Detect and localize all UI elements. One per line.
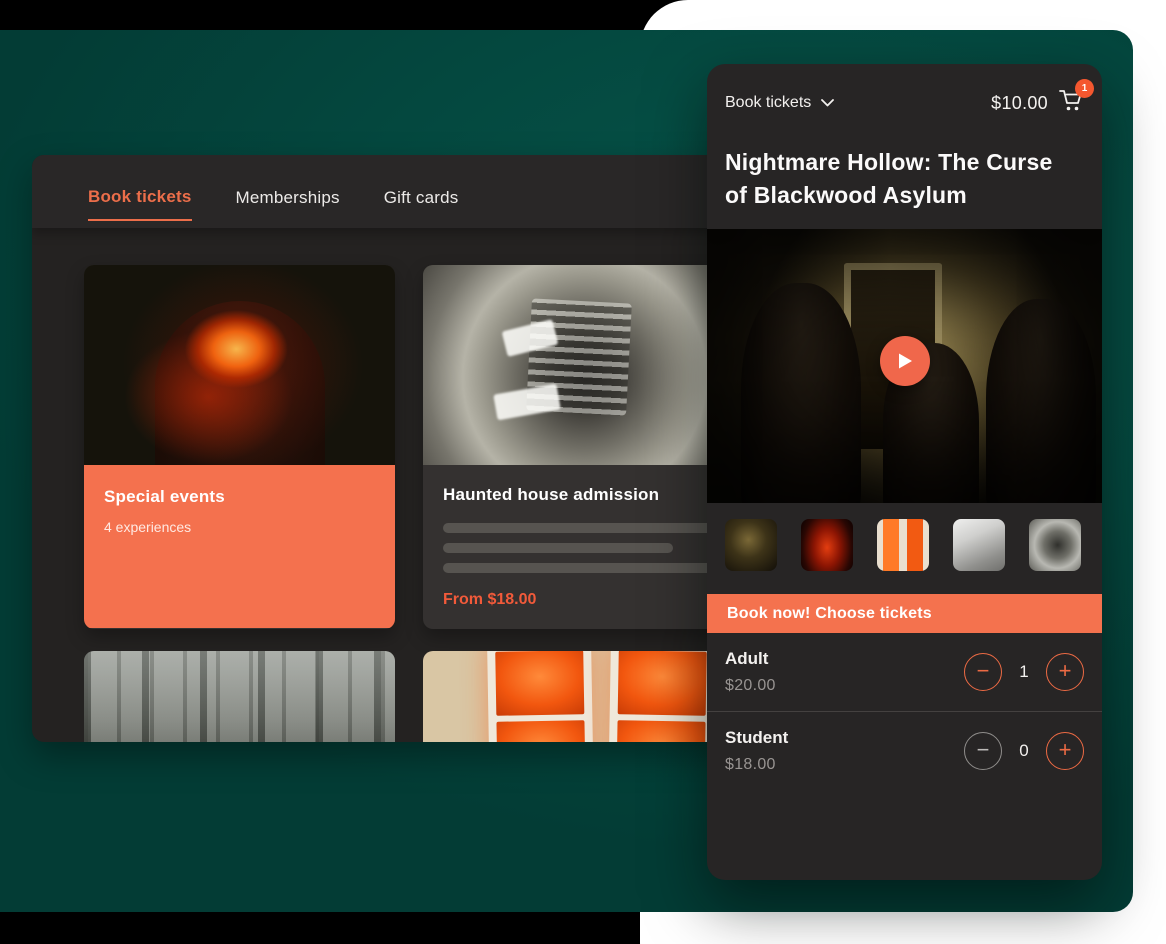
page-canvas: Book tickets Memberships Gift cards Spec… <box>0 0 1166 944</box>
play-button[interactable] <box>880 336 930 386</box>
glowing-pane <box>496 720 585 742</box>
mobile-booking-panel: Book tickets $10.00 1 Nightmare Hollow: … <box>707 64 1102 880</box>
book-tickets-dropdown[interactable]: Book tickets <box>725 94 834 112</box>
play-icon <box>897 352 913 370</box>
staircase-image <box>423 265 734 465</box>
glowing-pane <box>616 720 705 742</box>
thumbnail-glowing-doors[interactable] <box>877 519 929 571</box>
special-events-card-body: Special events 4 experiences <box>84 465 395 628</box>
haunted-house-card-body: Haunted house admission From $18.00 <box>423 465 734 629</box>
cart-button[interactable]: 1 <box>1058 88 1084 118</box>
book-now-banner: Book now! Choose tickets <box>707 594 1102 633</box>
product-card-title: Haunted house admission <box>443 485 714 505</box>
ticket-type-label: Student <box>725 728 788 748</box>
desktop-booking-panel: Book tickets Memberships Gift cards Spec… <box>32 155 746 742</box>
ticket-info: Student $18.00 <box>725 728 788 774</box>
glowing-pane <box>618 651 707 716</box>
ticket-row-adult: Adult $20.00 − 1 + <box>707 633 1102 711</box>
skeleton-line <box>443 563 714 573</box>
haunted-house-card[interactable]: Haunted house admission From $18.00 <box>423 265 734 629</box>
tab-book-tickets[interactable]: Book tickets <box>88 163 192 221</box>
adult-quantity-stepper: − 1 + <box>964 653 1084 691</box>
fog-overlay <box>84 651 395 742</box>
thumbnail-zombies[interactable] <box>725 519 777 571</box>
tab-memberships[interactable]: Memberships <box>236 164 340 220</box>
minus-button[interactable]: − <box>964 732 1002 770</box>
ticket-type-label: Adult <box>725 649 776 669</box>
ticket-price: $18.00 <box>725 756 788 774</box>
special-events-card[interactable]: Special events 4 experiences <box>84 265 395 629</box>
minus-button[interactable]: − <box>964 653 1002 691</box>
ticket-info: Adult $20.00 <box>725 649 776 695</box>
glowing-pane <box>495 651 584 716</box>
student-quantity-stepper: − 0 + <box>964 732 1084 770</box>
cart-total: $10.00 <box>991 93 1048 114</box>
tab-gift-cards[interactable]: Gift cards <box>384 164 459 220</box>
cart-summary: $10.00 1 <box>991 88 1084 118</box>
thumbnail-overhead-room[interactable] <box>953 519 1005 571</box>
card-grid: Special events 4 experiences Haunted hou… <box>32 228 746 742</box>
mobile-header: Book tickets $10.00 1 <box>707 64 1102 118</box>
thumbnail-red-doorway[interactable] <box>801 519 853 571</box>
cart-count-badge: 1 <box>1075 79 1094 98</box>
nav-label: Book tickets <box>725 94 811 112</box>
pumpkin-figure-image <box>84 265 395 465</box>
thumbnail-staircase[interactable] <box>1029 519 1081 571</box>
glowing-windows-tile[interactable] <box>423 651 734 742</box>
category-card-subtitle: 4 experiences <box>104 519 375 535</box>
category-card-title: Special events <box>104 487 375 507</box>
window-frame <box>487 651 595 742</box>
product-card-price: From $18.00 <box>443 591 714 609</box>
quantity-value: 1 <box>1018 662 1030 682</box>
plus-button[interactable]: + <box>1046 653 1084 691</box>
forest-tile[interactable] <box>84 651 395 742</box>
gallery-thumbnails <box>707 503 1102 571</box>
pumpkin-glow <box>84 265 395 465</box>
plus-button[interactable]: + <box>1046 732 1084 770</box>
tab-bar: Book tickets Memberships Gift cards <box>32 155 746 228</box>
skeleton-line <box>443 523 714 533</box>
chevron-down-icon <box>821 99 834 107</box>
quantity-value: 0 <box>1018 741 1030 761</box>
ticket-price: $20.00 <box>725 677 776 695</box>
window-frame <box>607 651 715 742</box>
window-light <box>493 384 561 421</box>
skeleton-line <box>443 543 673 553</box>
banner-text: Book now! Choose tickets <box>727 605 932 623</box>
ticket-row-student: Student $18.00 − 0 + <box>707 711 1102 790</box>
event-title: Nightmare Hollow: The Curse of Blackwood… <box>707 118 1102 211</box>
event-video-player <box>707 229 1102 503</box>
